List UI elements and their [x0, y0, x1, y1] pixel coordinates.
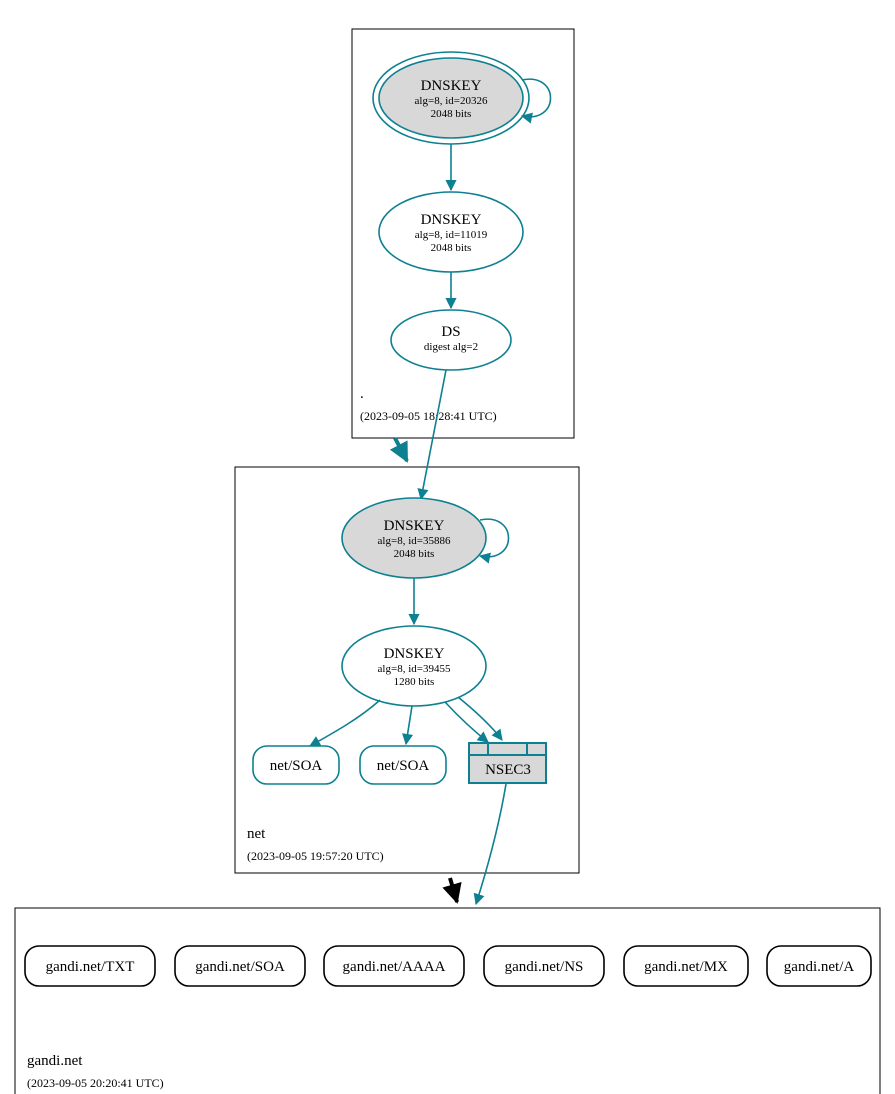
- root-ksk-line2: 2048 bits: [431, 108, 472, 120]
- zone-root-timestamp: (2023-09-05 18:28:41 UTC): [360, 409, 497, 423]
- zone-net-label: net: [247, 826, 266, 842]
- net-zsk-line1: alg=8, id=39455: [378, 663, 451, 675]
- root-zsk-line1: alg=8, id=11019: [415, 229, 488, 241]
- net-soa2-label: net/SOA: [377, 758, 430, 774]
- gandi-soa-label: gandi.net/SOA: [195, 959, 285, 975]
- net-soa1-label: net/SOA: [270, 758, 323, 774]
- node-gandi-ns: gandi.net/NS: [484, 946, 604, 986]
- root-ksk-title: DNSKEY: [421, 78, 482, 94]
- node-root-ds: DS digest alg=2: [391, 310, 511, 370]
- net-nsec3-label: NSEC3: [485, 762, 531, 778]
- net-zsk-title: DNSKEY: [384, 646, 445, 662]
- edge-root-ds-net-ksk: [421, 370, 446, 499]
- net-ksk-line1: alg=8, id=35886: [378, 535, 451, 547]
- node-net-nsec3: NSEC3: [469, 743, 546, 783]
- node-gandi-aaaa: gandi.net/AAAA: [324, 946, 464, 986]
- zone-gandi-timestamp: (2023-09-05 20:20:41 UTC): [27, 1076, 164, 1090]
- root-zsk-line2: 2048 bits: [431, 242, 472, 254]
- root-ds-title: DS: [441, 324, 460, 340]
- net-ksk-line2: 2048 bits: [394, 548, 435, 560]
- zone-gandi-label: gandi.net: [27, 1053, 83, 1069]
- gandi-ns-label: gandi.net/NS: [505, 959, 584, 975]
- node-gandi-a: gandi.net/A: [767, 946, 871, 986]
- edge-nsec3-to-gandi: [476, 784, 506, 904]
- gandi-mx-label: gandi.net/MX: [644, 959, 728, 975]
- edge-net-zsk-nsec3-a: [445, 702, 488, 742]
- net-zsk-line2: 1280 bits: [394, 676, 435, 688]
- node-net-soa-1: net/SOA: [253, 746, 339, 784]
- node-net-zsk: DNSKEY alg=8, id=39455 1280 bits: [342, 626, 486, 706]
- zone-gandi-box: [15, 908, 880, 1094]
- node-net-soa-2: net/SOA: [360, 746, 446, 784]
- zone-net-timestamp: (2023-09-05 19:57:20 UTC): [247, 849, 384, 863]
- gandi-txt-label: gandi.net/TXT: [46, 959, 135, 975]
- edge-zone-net-to-gandi: [450, 878, 457, 902]
- edge-zone-root-to-net: [395, 438, 407, 461]
- node-gandi-soa: gandi.net/SOA: [175, 946, 305, 986]
- edge-net-zsk-nsec3-b: [458, 697, 502, 740]
- root-ds-line1: digest alg=2: [424, 341, 478, 353]
- node-root-ksk: DNSKEY alg=8, id=20326 2048 bits: [373, 52, 529, 144]
- node-net-ksk: DNSKEY alg=8, id=35886 2048 bits: [342, 498, 486, 578]
- zone-root-label: .: [360, 386, 364, 402]
- node-root-zsk: DNSKEY alg=8, id=11019 2048 bits: [379, 192, 523, 272]
- node-gandi-mx: gandi.net/MX: [624, 946, 748, 986]
- edge-net-zsk-soa2: [406, 706, 412, 744]
- gandi-a-label: gandi.net/A: [784, 959, 855, 975]
- net-ksk-title: DNSKEY: [384, 518, 445, 534]
- root-ksk-line1: alg=8, id=20326: [415, 95, 488, 107]
- dnssec-chain-diagram: . (2023-09-05 18:28:41 UTC) DNSKEY alg=8…: [0, 0, 895, 1094]
- edge-net-zsk-soa1: [310, 700, 380, 746]
- node-gandi-txt: gandi.net/TXT: [25, 946, 155, 986]
- gandi-aaaa-label: gandi.net/AAAA: [343, 959, 446, 975]
- root-zsk-title: DNSKEY: [421, 212, 482, 228]
